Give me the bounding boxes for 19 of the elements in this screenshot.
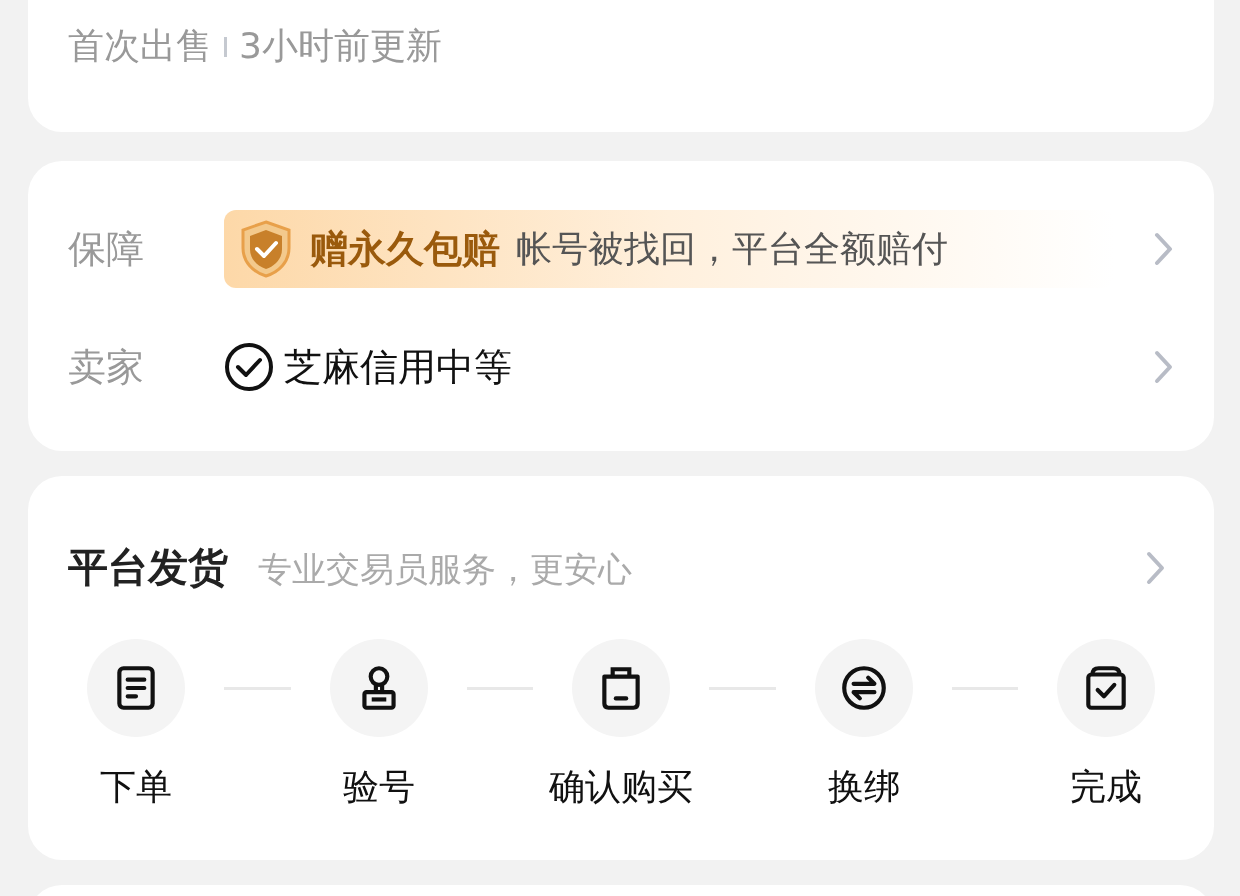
chevron-right-icon[interactable]	[1154, 232, 1174, 266]
step-label: 下单	[100, 765, 172, 809]
guarantee-description: 帐号被找回，平台全额赔付	[516, 226, 948, 271]
update-time: 3小时前更新	[239, 24, 442, 68]
step-label: 确认购买	[549, 765, 693, 809]
step-label: 完成	[1070, 765, 1142, 809]
section-subtitle: 专业交易员服务，更安心	[258, 548, 632, 591]
chevron-right-icon[interactable]	[1154, 350, 1174, 384]
check-circle-icon	[224, 342, 274, 392]
row-label: 保障	[68, 225, 145, 273]
step-label: 验号	[342, 765, 415, 809]
row-label: 卖家	[68, 343, 145, 391]
chevron-right-icon[interactable]	[1146, 550, 1166, 585]
first-sale-label: 首次出售	[68, 24, 212, 68]
step-label: 换绑	[827, 765, 900, 809]
guarantee-title: 赠永久包赔	[310, 225, 500, 273]
section-title: 平台发货	[68, 543, 228, 592]
shield-check-icon	[240, 220, 292, 278]
seller-credit: 芝麻信用中等	[284, 343, 512, 391]
